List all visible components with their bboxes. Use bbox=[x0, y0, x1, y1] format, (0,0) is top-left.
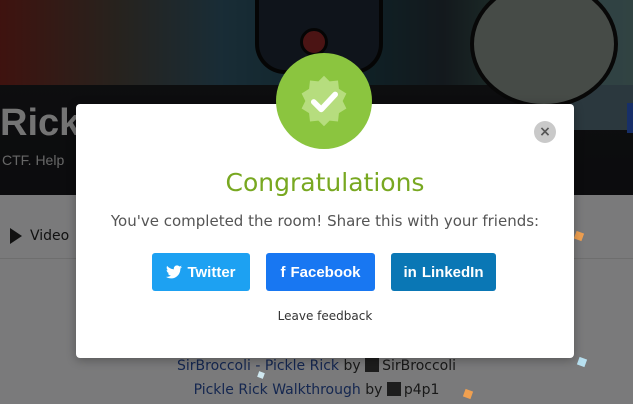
share-twitter-label: Twitter bbox=[187, 263, 236, 281]
share-linkedin-button[interactable]: in LinkedIn bbox=[391, 253, 496, 291]
share-linkedin-label: LinkedIn bbox=[421, 263, 484, 281]
close-button[interactable]: × bbox=[534, 121, 556, 143]
share-facebook-button[interactable]: f Facebook bbox=[266, 253, 375, 291]
leave-feedback-link[interactable]: Leave feedback bbox=[76, 309, 574, 323]
linkedin-icon: in bbox=[403, 263, 417, 281]
modal-title: Congratulations bbox=[225, 168, 425, 197]
share-facebook-label: Facebook bbox=[290, 263, 361, 281]
verified-check-icon bbox=[301, 75, 347, 127]
twitter-icon bbox=[166, 265, 183, 279]
modal-message: You've completed the room! Share this wi… bbox=[110, 212, 540, 230]
facebook-icon: f bbox=[280, 263, 286, 281]
share-twitter-button[interactable]: Twitter bbox=[152, 253, 250, 291]
completed-badge bbox=[276, 53, 372, 149]
